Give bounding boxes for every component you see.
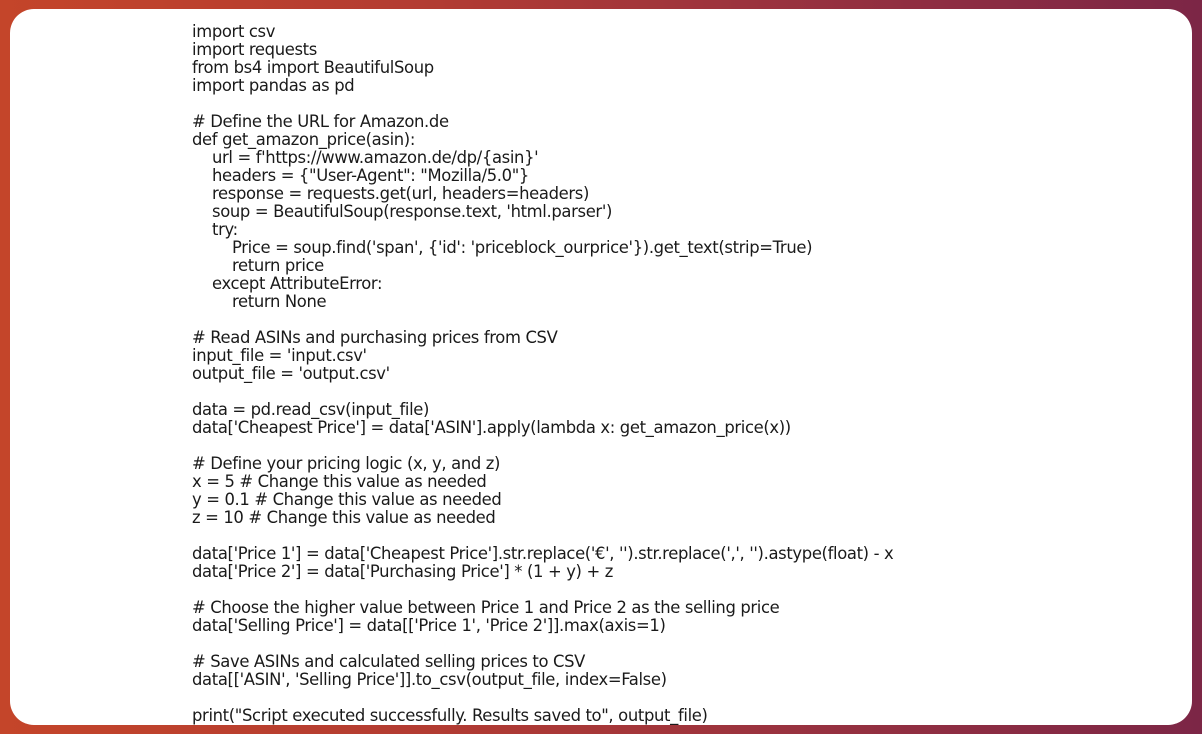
- code-line: return price: [232, 256, 324, 275]
- code-line: import requests: [192, 40, 317, 59]
- code-line: headers = {"User-Agent": "Mozilla/5.0"}: [212, 166, 529, 185]
- code-line: except AttributeError:: [212, 274, 383, 293]
- code-line: z = 10 # Change this value as needed: [192, 508, 496, 527]
- code-line: data['Cheapest Price'] = data['ASIN'].ap…: [192, 418, 791, 437]
- code-line: input_file = 'input.csv': [192, 346, 367, 365]
- code-comment-line: # Define the URL for Amazon.de: [192, 112, 449, 131]
- code-line: y = 0.1 # Change this value as needed: [192, 490, 502, 509]
- code-line: url = f'https://www.amazon.de/dp/{asin}': [212, 148, 539, 167]
- code-line: data['Price 2'] = data['Purchasing Price…: [192, 562, 613, 581]
- code-line: from bs4 import BeautifulSoup: [192, 58, 434, 77]
- code-line: output_file = 'output.csv': [192, 364, 390, 383]
- code-comment-line: # Read ASINs and purchasing prices from …: [192, 328, 558, 347]
- code-line: data['Selling Price'] = data[['Price 1',…: [192, 616, 666, 635]
- code-line: import csv: [192, 22, 276, 41]
- code-line: print("Script executed successfully. Res…: [192, 706, 708, 725]
- code-line: def get_amazon_price(asin):: [192, 130, 416, 149]
- code-comment-line: # Save ASINs and calculated selling pric…: [192, 652, 586, 671]
- code-line: response = requests.get(url, headers=hea…: [212, 184, 590, 203]
- code-line: Price = soup.find('span', {'id': 'priceb…: [232, 238, 813, 257]
- code-line: soup = BeautifulSoup(response.text, 'htm…: [212, 202, 613, 221]
- code-line: x = 5 # Change this value as needed: [192, 472, 487, 491]
- code-comment-line: # Choose the higher value between Price …: [192, 598, 780, 617]
- code-line: data = pd.read_csv(input_file): [192, 400, 430, 419]
- code-block: import csv import requests from bs4 import…: [192, 22, 894, 725]
- code-comment-line: # Define your pricing logic (x, y, and z…: [192, 454, 501, 473]
- code-panel: import csv import requests from bs4 import…: [10, 9, 1192, 725]
- code-line: import pandas as pd: [192, 76, 355, 95]
- code-line: return None: [232, 292, 327, 311]
- code-line: try:: [212, 220, 238, 239]
- code-line: data[['ASIN', 'Selling Price']].to_csv(o…: [192, 670, 667, 689]
- code-line: data['Price 1'] = data['Cheapest Price']…: [192, 544, 894, 563]
